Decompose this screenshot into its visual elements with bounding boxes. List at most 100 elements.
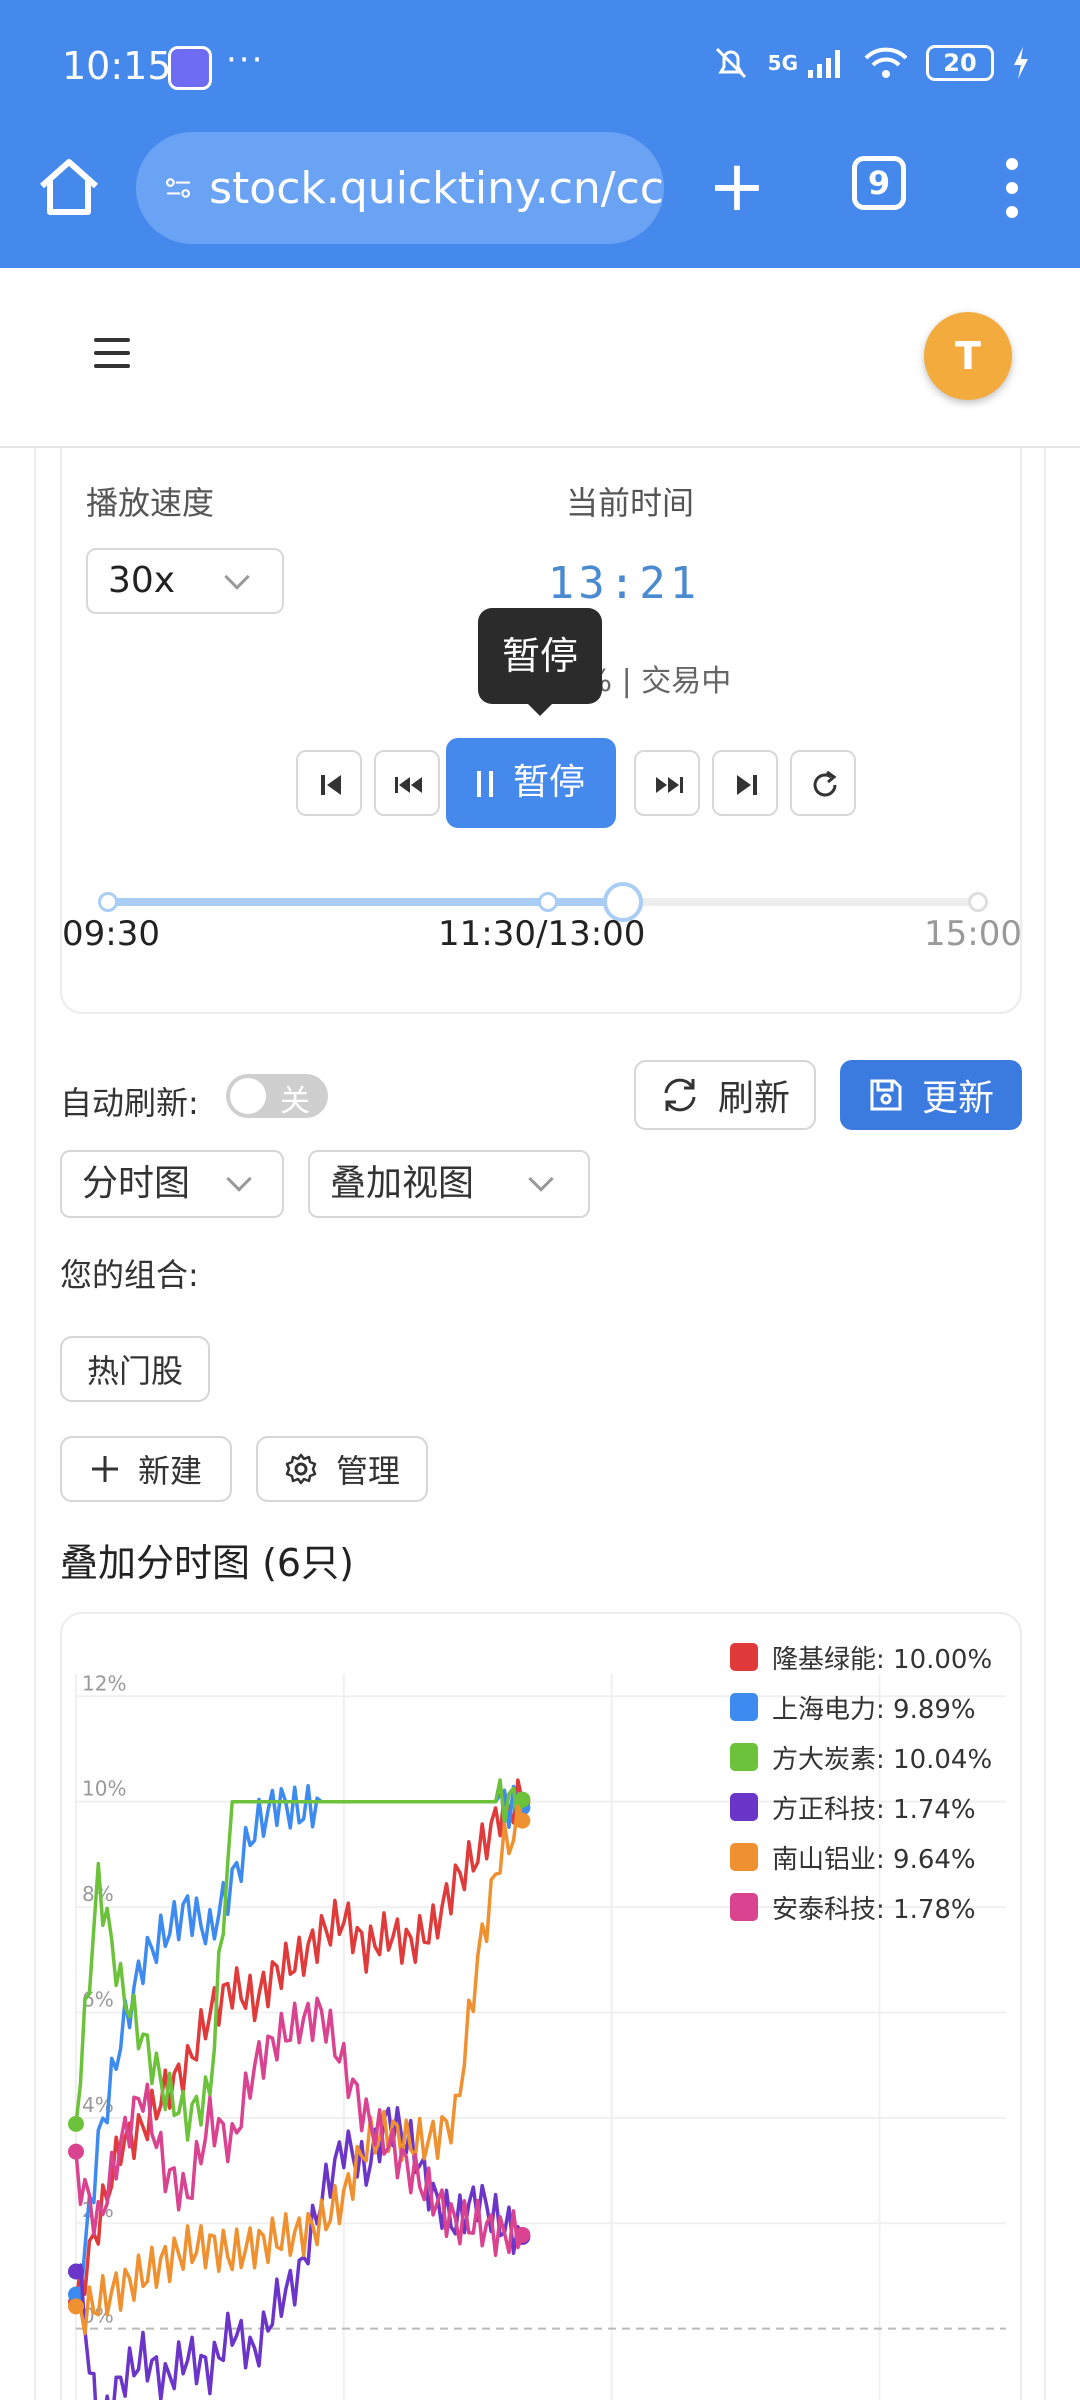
chart-type-select[interactable]: 分时图 <box>60 1150 284 1218</box>
tab-switcher-button[interactable]: 9 <box>852 156 906 210</box>
update-button[interactable]: 更新 <box>840 1060 1022 1130</box>
browser-chrome: 10:15 ··· 5G 20 stock.quicktiny.cn/cc + … <box>0 0 1080 268</box>
portfolio-chip-label: 热门股 <box>86 1352 183 1390</box>
series-line-2 <box>74 1778 525 2142</box>
slider-mark-close <box>968 892 988 912</box>
series-start-point-4 <box>68 2298 84 2315</box>
legend-item[interactable]: 南山铝业: 9.64% <box>730 1832 992 1882</box>
tick-close: 15:00 <box>924 914 1022 954</box>
skip-to-start-button[interactable] <box>296 750 362 816</box>
manage-label: 管理 <box>335 1452 400 1490</box>
speed-select[interactable]: 30x <box>86 548 284 614</box>
portfolio-label: 您的组合: <box>60 1256 199 1294</box>
main-content: 播放速度 当前时间 30x 13:21 58.8% | 交易中 暂停 暂停 09… <box>34 448 1046 2400</box>
chevron-down-icon <box>528 1166 554 1192</box>
legend-label: 方大炭素: 10.04% <box>772 1744 993 1775</box>
chart-type-value: 分时图 <box>82 1163 191 1204</box>
legend-swatch <box>730 1643 758 1671</box>
rewind-button[interactable] <box>374 750 440 816</box>
series-start-point-5 <box>68 2143 84 2160</box>
signal-icon <box>808 50 840 78</box>
toggle-text: 关 <box>280 1084 310 1119</box>
reset-icon <box>813 770 837 797</box>
speed-value: 30x <box>108 560 176 601</box>
address-bar[interactable]: stock.quicktiny.cn/cc <box>136 132 664 244</box>
overlay-chart-card: 12% 10% 8% 6% 4% 2% 0% 隆基绿能: 10.00% 上海电力: 9.89%… <box>60 1612 1022 2400</box>
app-header: T <box>0 268 1080 448</box>
skip-to-end-button[interactable] <box>712 750 778 816</box>
legend-swatch <box>730 1893 758 1921</box>
refresh-button[interactable]: 刷新 <box>634 1060 816 1130</box>
gear-icon <box>285 1453 317 1485</box>
legend-label: 南山铝业: 9.64% <box>772 1844 976 1875</box>
portfolio-chip-hot-stocks[interactable]: 热门股 <box>60 1336 210 1402</box>
chart-section-title: 叠加分时图 (6只) <box>60 1541 354 1585</box>
slider-mark-midday <box>538 892 558 912</box>
new-tab-button[interactable]: + <box>706 150 768 222</box>
app-notification-icon <box>168 46 212 90</box>
legend-item[interactable]: 方正科技: 1.74% <box>730 1782 992 1832</box>
auto-refresh-toggle[interactable]: 关 <box>226 1074 328 1119</box>
legend-label: 隆基绿能: 10.00% <box>772 1644 993 1675</box>
pause-button[interactable]: 暂停 <box>446 738 616 828</box>
manage-portfolio-button[interactable]: 管理 <box>256 1436 428 1502</box>
pause-icon <box>476 771 493 797</box>
rewind-icon <box>395 777 422 793</box>
site-settings-icon[interactable] <box>166 168 191 208</box>
reset-button[interactable] <box>790 750 856 816</box>
refresh-label: 刷新 <box>717 1078 790 1119</box>
legend-item[interactable]: 隆基绿能: 10.00% <box>730 1632 992 1682</box>
series-line-4 <box>75 1804 525 2336</box>
legend-item[interactable]: 安泰科技: 1.78% <box>730 1882 992 1932</box>
pause-tooltip: 暂停 <box>478 608 602 716</box>
save-icon <box>870 1079 902 1111</box>
speed-label: 播放速度 <box>86 484 215 522</box>
legend-item[interactable]: 上海电力: 9.89% <box>730 1682 992 1732</box>
status-time: 10:15 <box>62 44 172 88</box>
chevron-down-icon <box>224 564 250 590</box>
tick-open: 09:30 <box>62 914 160 954</box>
user-avatar[interactable]: T <box>924 312 1012 400</box>
pause-label: 暂停 <box>512 762 585 803</box>
current-time: 13:21 <box>547 558 701 609</box>
current-time-label: 当前时间 <box>566 484 695 522</box>
home-icon[interactable] <box>36 154 102 220</box>
legend-swatch <box>730 1843 758 1871</box>
charging-icon <box>1014 47 1028 79</box>
legend-label: 方正科技: 1.74% <box>772 1794 976 1825</box>
skip-end-icon <box>737 775 757 795</box>
auto-refresh-label: 自动刷新: <box>60 1084 199 1122</box>
more-menu-icon[interactable] <box>1000 156 1024 220</box>
new-label: 新建 <box>137 1452 202 1490</box>
series-start-point-3 <box>68 2263 84 2280</box>
hamburger-menu-icon[interactable] <box>94 338 130 368</box>
view-mode-select[interactable]: 叠加视图 <box>308 1150 590 1218</box>
legend-item[interactable]: 方大炭素: 10.04% <box>730 1732 992 1782</box>
legend-swatch <box>730 1693 758 1721</box>
browser-toolbar: stock.quicktiny.cn/cc + 9 <box>0 132 1080 244</box>
tick-midday: 11:30/13:00 <box>438 914 646 954</box>
legend-swatch <box>730 1793 758 1821</box>
y-tick-label: 12% <box>82 1671 126 1695</box>
legend-swatch <box>730 1743 758 1771</box>
new-portfolio-button[interactable]: 新建 <box>60 1436 232 1502</box>
series-end-point-5 <box>514 2226 531 2243</box>
series-end-point-4 <box>514 1812 531 1829</box>
slider-mark-open <box>98 892 118 912</box>
series-start-point-2 <box>68 2115 84 2132</box>
network-type: 5G <box>767 51 798 75</box>
y-tick-label: 10% <box>82 1777 126 1801</box>
legend-label: 安泰科技: 1.78% <box>772 1894 976 1925</box>
fast-forward-button[interactable] <box>634 750 700 816</box>
wifi-icon <box>864 47 908 78</box>
chevron-down-icon <box>226 1166 252 1192</box>
plus-icon <box>91 1456 118 1482</box>
status-bar: 10:15 ··· 5G 20 <box>0 0 1080 138</box>
series-line-3 <box>74 2106 525 2400</box>
battery-indicator: 20 <box>926 45 994 81</box>
mute-bell-icon <box>715 47 746 79</box>
skip-start-icon <box>321 775 341 795</box>
legend-label: 上海电力: 9.89% <box>772 1694 976 1725</box>
more-notifications-icon: ··· <box>226 40 265 80</box>
update-label: 更新 <box>921 1078 994 1119</box>
